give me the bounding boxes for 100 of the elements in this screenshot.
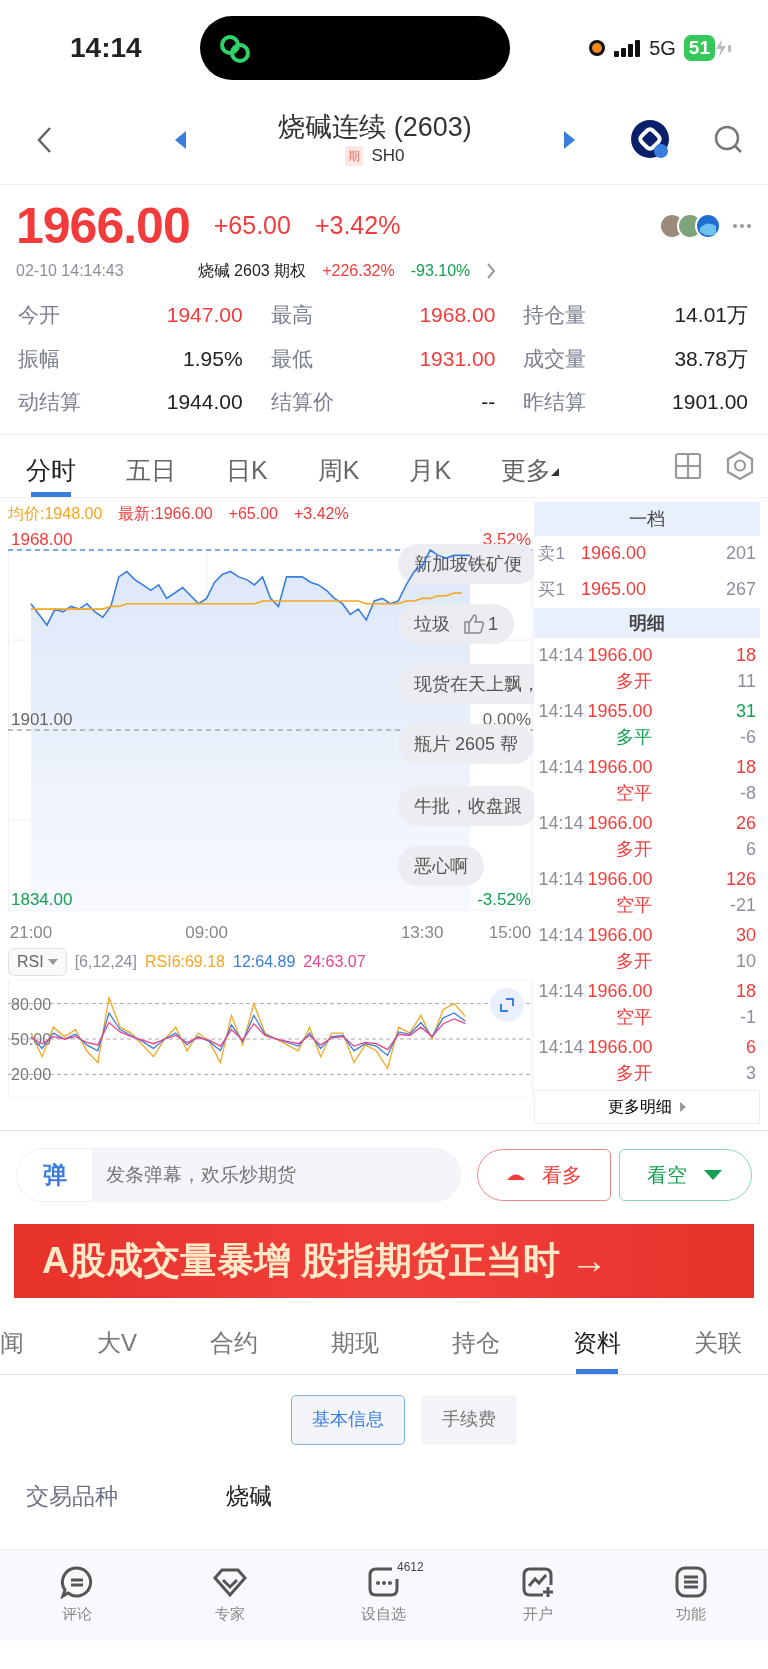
trade-price: 1966.00: [587, 923, 653, 947]
trade-price: 1966.00: [587, 1035, 653, 1059]
open-interest-change: 3: [746, 1061, 756, 1085]
section-tab[interactable]: 持仓: [451, 1311, 500, 1374]
open-interest-change: -8: [740, 781, 756, 805]
stat-value: 14.01万: [674, 302, 748, 328]
trade-price: 1965.00: [587, 699, 653, 723]
stat-label: 动结算: [18, 389, 81, 415]
bullish-button[interactable]: 看多: [477, 1149, 611, 1201]
trade-type: 多开: [616, 837, 653, 861]
percent-axis-label: 0.00%: [482, 709, 531, 729]
futures-tag: 期: [345, 145, 364, 166]
chart-tab[interactable]: 更多: [501, 434, 560, 497]
percent-change: +3.42%: [314, 210, 401, 242]
open-interest-change: -6: [740, 725, 756, 749]
section-tab[interactable]: 合约: [210, 1311, 258, 1374]
nav-item[interactable]: 评论: [16, 1563, 137, 1627]
settings-icon[interactable]: [726, 451, 754, 480]
time-label: 15:00: [488, 922, 532, 942]
comment-text: 牛批，收盘跟: [414, 794, 522, 818]
chart-tab[interactable]: 月K: [409, 434, 452, 497]
trade-type: 多平: [616, 725, 653, 749]
trade-type: 多开: [616, 1061, 653, 1085]
trade-price: 1966.00: [587, 979, 653, 1003]
caret-icon: [680, 1101, 687, 1112]
stat-label: 最低: [270, 345, 313, 372]
section-tab[interactable]: 闻: [0, 1311, 24, 1374]
level-label: 卖1: [538, 542, 565, 565]
trade-time: 14:14: [538, 755, 584, 779]
trade-volume: 26: [735, 811, 756, 835]
chart-tab[interactable]: 周K: [317, 434, 360, 497]
contract-code: SH0: [371, 144, 405, 167]
trade-volume: 18: [735, 979, 756, 1003]
trade-price: 1966.00: [587, 867, 653, 891]
indicator-params: [6,12,24]: [74, 951, 137, 972]
nav-item[interactable]: 专家: [170, 1563, 291, 1627]
stat-value: 1947.00: [166, 302, 243, 328]
nav-item[interactable]: 开户: [477, 1563, 598, 1627]
user-avatars-icon: [658, 212, 722, 240]
recording-dot-icon: [588, 38, 607, 57]
trade-volume: 30: [735, 923, 756, 947]
nav-item[interactable]: 功能: [631, 1563, 752, 1627]
price-change: +65.00: [213, 210, 291, 242]
previous-icon[interactable]: [174, 129, 188, 150]
trade-volume: 18: [735, 755, 756, 779]
charging-icon: [715, 37, 732, 58]
stat-label: 成交量: [523, 345, 587, 372]
ai-assistant-icon[interactable]: [630, 118, 672, 161]
chart-tab[interactable]: 日K: [226, 434, 268, 497]
dropdown-icon: [551, 468, 560, 477]
stat-value: 38.78万: [674, 345, 748, 372]
section-tab[interactable]: 大V: [97, 1311, 137, 1374]
sub-tab[interactable]: 基本信息: [291, 1394, 405, 1445]
section-tab[interactable]: 资料: [572, 1311, 621, 1374]
stat-label: 昨结算: [523, 389, 587, 415]
back-icon[interactable]: [36, 125, 54, 154]
stat-value: 1901.00: [672, 389, 748, 415]
promo-banner[interactable]: A股成交量暴增 股指期货正当时 →: [14, 1223, 754, 1298]
option-call-change: +226.32%: [322, 261, 395, 281]
level-label: 买1: [538, 578, 565, 601]
more-details-button[interactable]: 更多明细: [534, 1089, 760, 1124]
more-icon[interactable]: [732, 222, 752, 230]
trade-volume: 18: [735, 643, 756, 667]
thumbs-up-icon[interactable]: [464, 612, 484, 635]
stat-label: 今开: [18, 302, 60, 328]
indicator-selector[interactable]: RSI: [8, 947, 67, 976]
section-tab[interactable]: 关联: [693, 1311, 742, 1374]
trade-time: 14:14: [538, 811, 584, 835]
price-axis-label: 1901.00: [11, 709, 73, 729]
level-volume: 201: [725, 542, 756, 565]
level-price: 1965.00: [580, 578, 646, 601]
chart-tab[interactable]: 五日: [126, 434, 176, 497]
list-icon: [674, 1564, 709, 1599]
legend-value: 最新:1966.00: [118, 503, 213, 524]
next-icon[interactable]: [562, 129, 576, 150]
option-name[interactable]: 烧碱 2603 期权: [197, 259, 307, 283]
signal-icon: [614, 38, 642, 57]
chart-tab[interactable]: 分时: [26, 434, 76, 497]
trade-time: 14:14: [538, 643, 584, 667]
sub-tab[interactable]: 手续费: [421, 1394, 517, 1445]
search-icon[interactable]: [714, 124, 744, 155]
layout-grid-icon[interactable]: [674, 451, 702, 480]
comment-text: 恶心啊: [414, 854, 468, 878]
chevron-right-icon[interactable]: [486, 262, 497, 280]
stat-value: 1.95%: [183, 345, 243, 372]
trade-volume: 126: [725, 867, 756, 891]
option-put-change: -93.10%: [410, 261, 471, 281]
expand-icon[interactable]: [490, 987, 525, 1022]
legend-value: 12:64.89: [233, 951, 296, 972]
network-label: 5G: [649, 35, 676, 61]
open-interest-change: 10: [735, 949, 756, 973]
last-price: 1966.00: [16, 201, 190, 251]
comment-text: 现货在天上飘，: [414, 672, 535, 696]
trade-type: 多开: [616, 669, 653, 693]
section-tab[interactable]: 期现: [330, 1311, 379, 1374]
bearish-button[interactable]: 看空: [618, 1149, 752, 1201]
stat-label: 持仓量: [523, 302, 587, 328]
trade-time: 14:14: [538, 867, 584, 891]
trade-time: 14:14: [538, 1035, 584, 1059]
comment-text: 垃圾: [414, 612, 450, 636]
